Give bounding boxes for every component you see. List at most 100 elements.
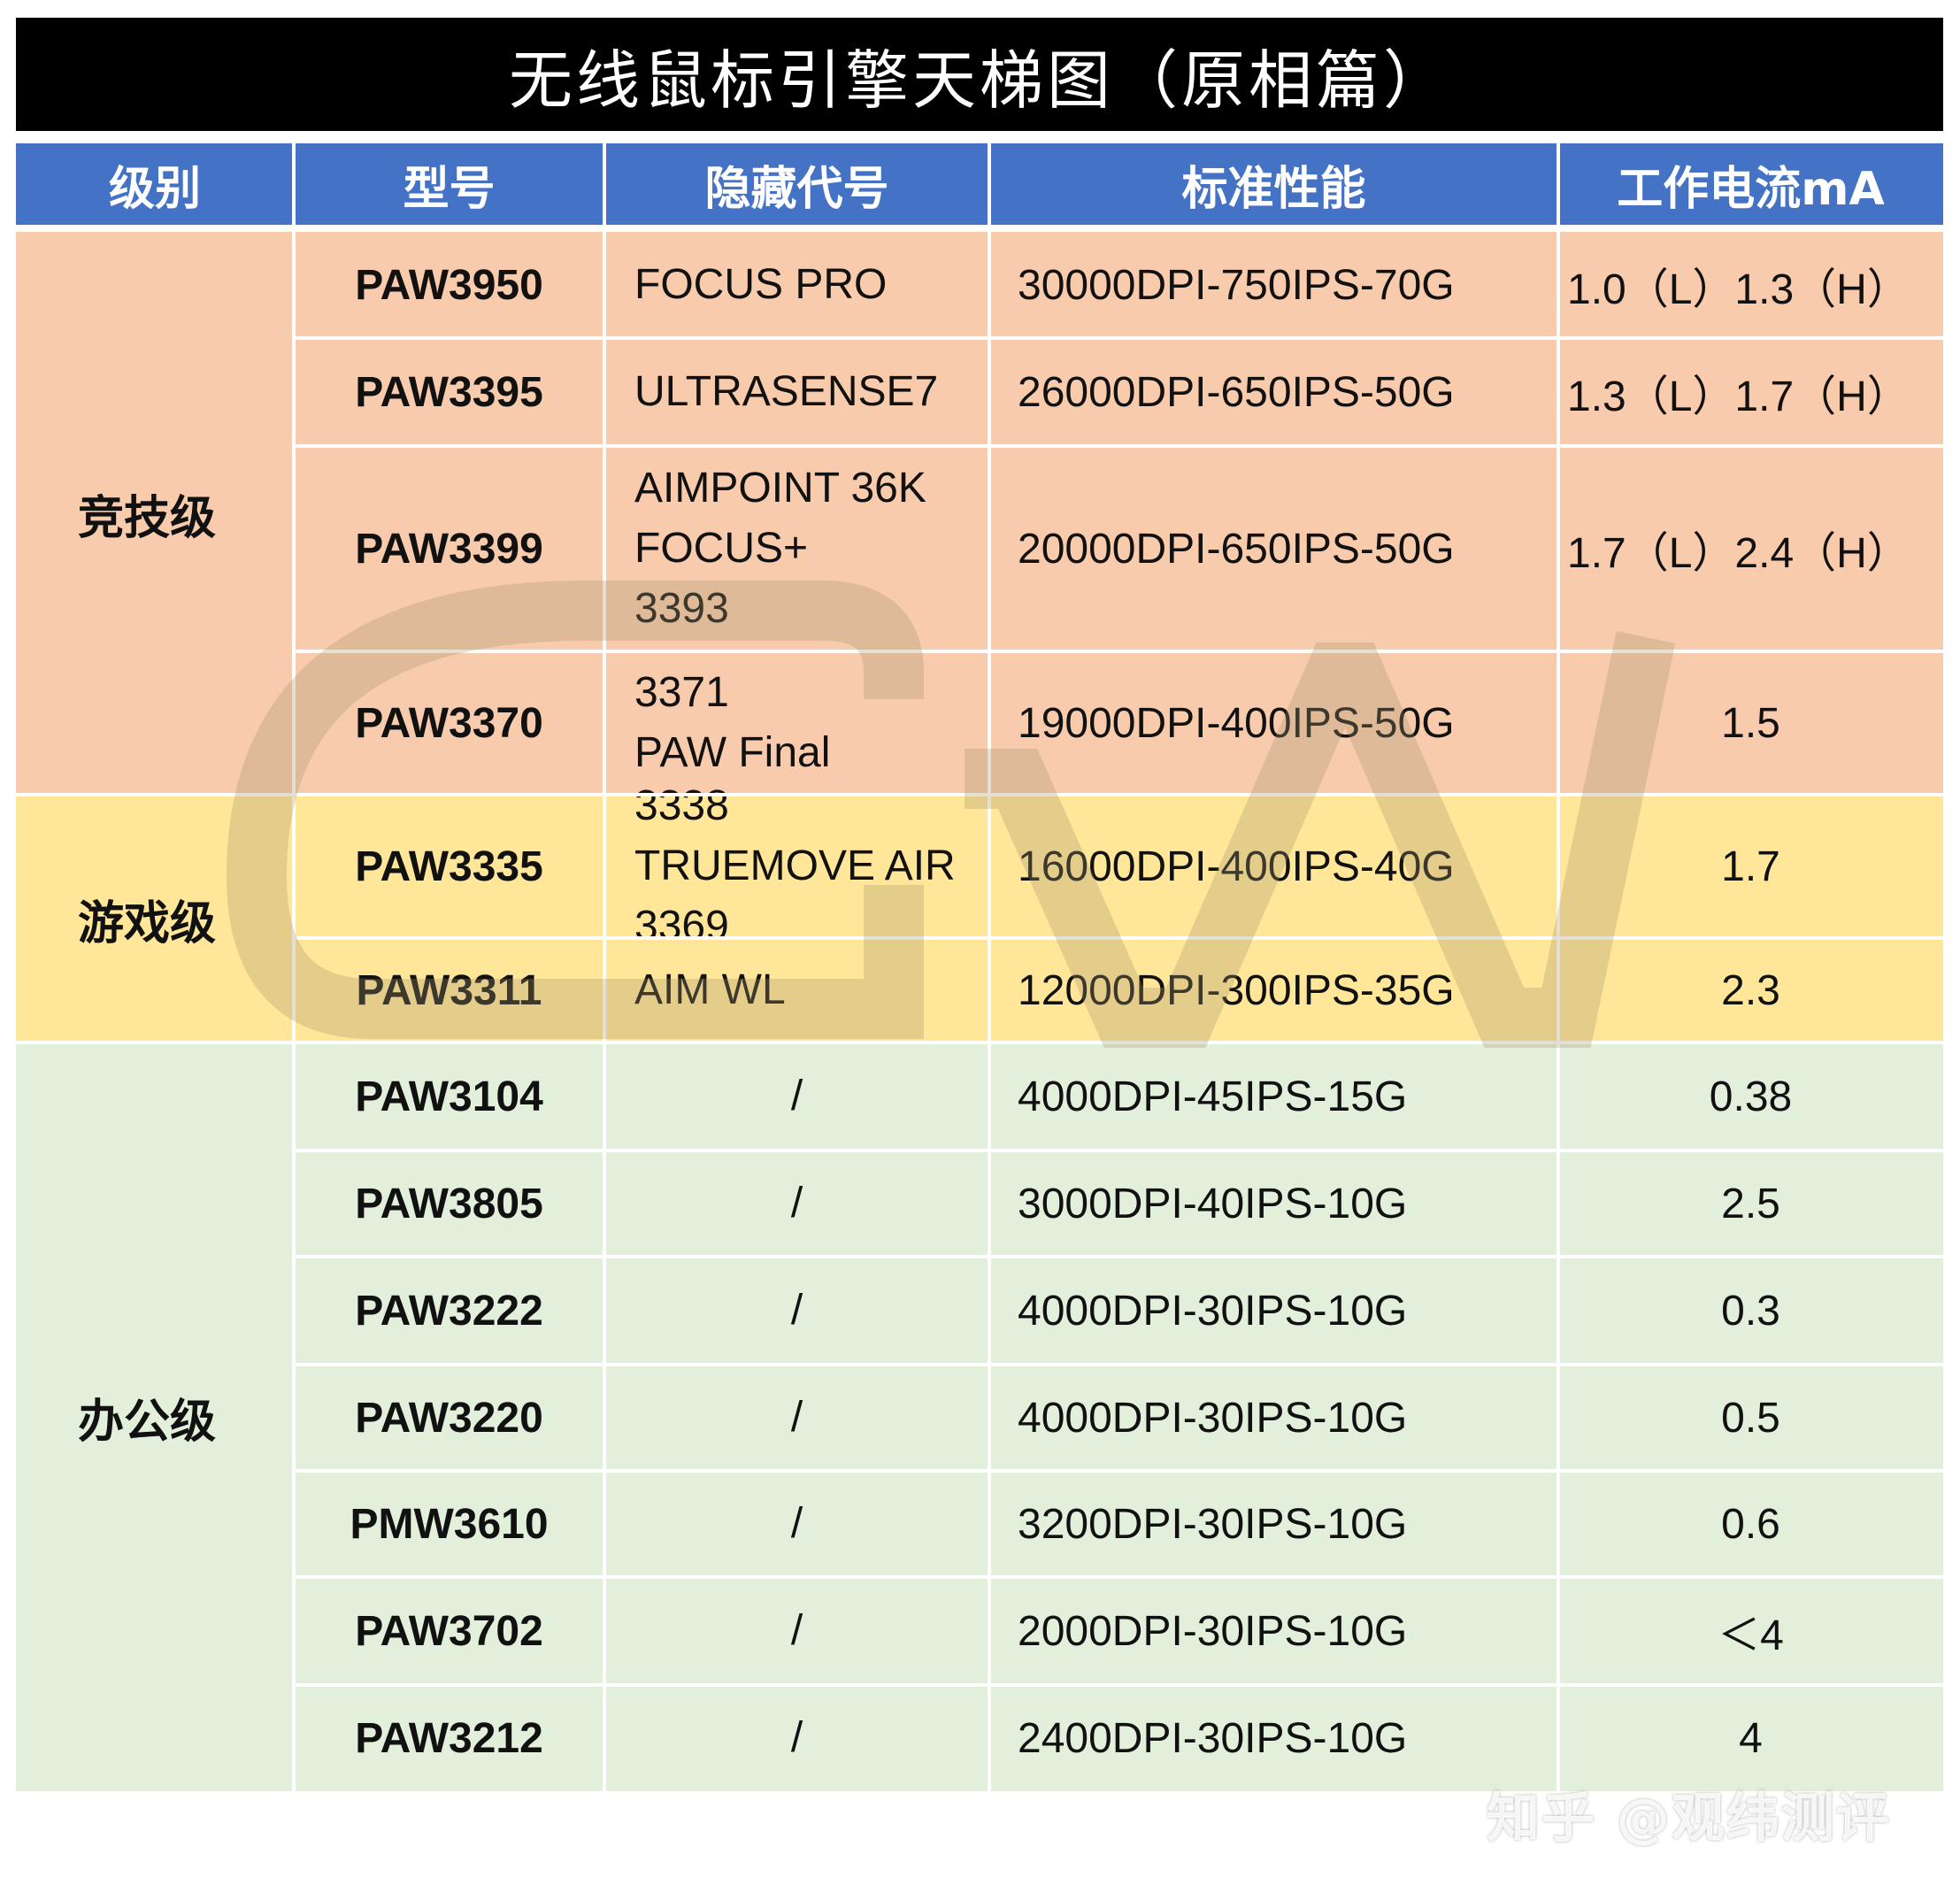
grid-line [294,1469,1943,1473]
grid-line [294,1149,1943,1152]
hidden-code-lines: 3338 TRUEMOVE AIR 3369 [634,776,956,957]
model-cell: PAW3702 [294,1577,604,1685]
hidden-code-cell: AIM WL [604,938,989,1043]
model-cell: PAW3222 [294,1257,604,1365]
performance-cell: 4000DPI-30IPS-10G [989,1257,1558,1365]
hidden-code-line: ULTRASENSE7 [634,368,939,415]
header-current: 工作电流mA [1558,143,1943,225]
hidden-code-cell: / [604,1257,989,1365]
hidden-code-lines: / [791,1281,803,1341]
model-cell: PAW3212 [294,1685,604,1791]
current-cell: ＜4 [1558,1577,1943,1685]
model-cell: PAW3370 [294,651,604,795]
grid-line [294,650,1943,653]
hidden-code-line: / [790,1714,803,1761]
model-cell: PAW3950 [294,232,604,338]
hidden-code-line: / [790,1500,803,1547]
grid-line [16,793,1943,796]
model-cell: PAW3220 [294,1365,604,1471]
grid-line [294,936,1943,940]
performance-cell: 26000DPI-650IPS-50G [989,338,1558,446]
current-cell: 1.5 [1558,651,1943,795]
hidden-code-cell: ULTRASENSE7 [604,338,989,446]
grid-line [292,143,296,1791]
sensor-table: 级别 型号 隐藏代号 标准性能 工作电流mA 竞技级 游戏级 办公级 PAW3950 FOCUS … [16,143,1943,1867]
hidden-code-line: / [790,1607,803,1654]
hidden-code-lines: FOCUS PRO [634,255,887,315]
hidden-code-line: / [790,1180,803,1227]
hidden-code-line: / [790,1073,803,1119]
grid-line [1556,143,1560,1791]
hidden-code-lines: 3371 PAW Final [634,663,830,783]
model-cell: PAW3399 [294,446,604,651]
current-cell: 2.3 [1558,938,1943,1043]
current-cell: 1.7 [1558,795,1943,938]
grid-line [294,336,1943,340]
hidden-code-cell: / [604,1471,989,1577]
grid-line [294,1255,1943,1258]
hidden-code-line: 3371 [634,669,729,716]
performance-cell: 16000DPI-400IPS-40G [989,795,1558,938]
hidden-code-lines: / [791,1173,803,1234]
hidden-code-cell: FOCUS PRO [604,232,989,338]
current-cell: 0.3 [1558,1257,1943,1365]
hidden-code-lines: / [791,1494,803,1554]
level-competitive: 竞技级 [16,232,294,795]
hidden-code-line: PAW Final [634,729,831,776]
hidden-code-cell: / [604,1150,989,1257]
level-gaming: 游戏级 [16,795,294,1043]
hidden-code-cell: / [604,1577,989,1685]
hidden-code-lines: ULTRASENSE7 [634,362,938,422]
page-title: 无线鼠标引擎天梯图（原相篇） [16,18,1943,131]
performance-cell: 3000DPI-40IPS-10G [989,1150,1558,1257]
grid-line [294,1575,1943,1579]
hidden-code-line: / [790,1287,803,1334]
hidden-code-cell: / [604,1365,989,1471]
hidden-code-cell: 3338 TRUEMOVE AIR 3369 [604,782,989,950]
current-cell: 1.0（L）1.3（H） [1558,232,1943,338]
current-cell: 1.7（L）2.4（H） [1558,446,1943,651]
hidden-code-line: 3393 [634,585,729,632]
hidden-code-lines: AIM WL [634,960,786,1020]
performance-cell: 30000DPI-750IPS-70G [989,232,1558,338]
hidden-code-line: 3338 [634,782,729,829]
performance-cell: 2400DPI-30IPS-10G [989,1685,1558,1791]
hidden-code-lines: / [791,1066,803,1127]
hidden-code-line: AIMPOINT 36K [634,465,926,512]
model-cell: PAW3395 [294,338,604,446]
hidden-code-cell: / [604,1043,989,1150]
performance-cell: 12000DPI-300IPS-35G [989,938,1558,1043]
hidden-code-lines: / [791,1388,803,1448]
model-cell: PAW3104 [294,1043,604,1150]
model-cell: PAW3335 [294,795,604,938]
model-cell: PAW3311 [294,938,604,1043]
performance-cell: 4000DPI-30IPS-10G [989,1365,1558,1471]
performance-cell: 3200DPI-30IPS-10G [989,1471,1558,1577]
model-cell: PMW3610 [294,1471,604,1577]
hidden-code-lines: AIMPOINT 36K FOCUS+ 3393 [634,458,926,639]
header-hidden-code: 隐藏代号 [604,143,989,225]
hidden-code-lines: / [791,1708,803,1768]
hidden-code-line: / [790,1394,803,1441]
current-cell: 0.6 [1558,1471,1943,1577]
current-cell: 2.5 [1558,1150,1943,1257]
hidden-code-cell: / [604,1685,989,1791]
performance-cell: 4000DPI-45IPS-15G [989,1043,1558,1150]
header-performance: 标准性能 [989,143,1558,225]
hidden-code-cell: 3371 PAW Final [604,651,989,795]
performance-cell: 20000DPI-650IPS-50G [989,446,1558,651]
grid-line [294,1363,1943,1366]
grid-line [294,444,1943,448]
zhihu-watermark: 知乎 @观纬测评 [1487,1788,1891,1850]
hidden-code-line: AIM WL [634,966,786,1013]
grid-line [294,1683,1943,1687]
hidden-code-cell: AIMPOINT 36K FOCUS+ 3393 [604,446,989,651]
performance-cell: 2000DPI-30IPS-10G [989,1577,1558,1685]
grid-line [16,1041,1943,1044]
level-office: 办公级 [16,1043,294,1791]
hidden-code-lines: / [791,1601,803,1661]
hidden-code-line: FOCUS PRO [634,261,888,308]
grid-line [988,143,991,1791]
current-cell: 1.3（L）1.7（H） [1558,338,1943,446]
header-model: 型号 [294,143,604,225]
